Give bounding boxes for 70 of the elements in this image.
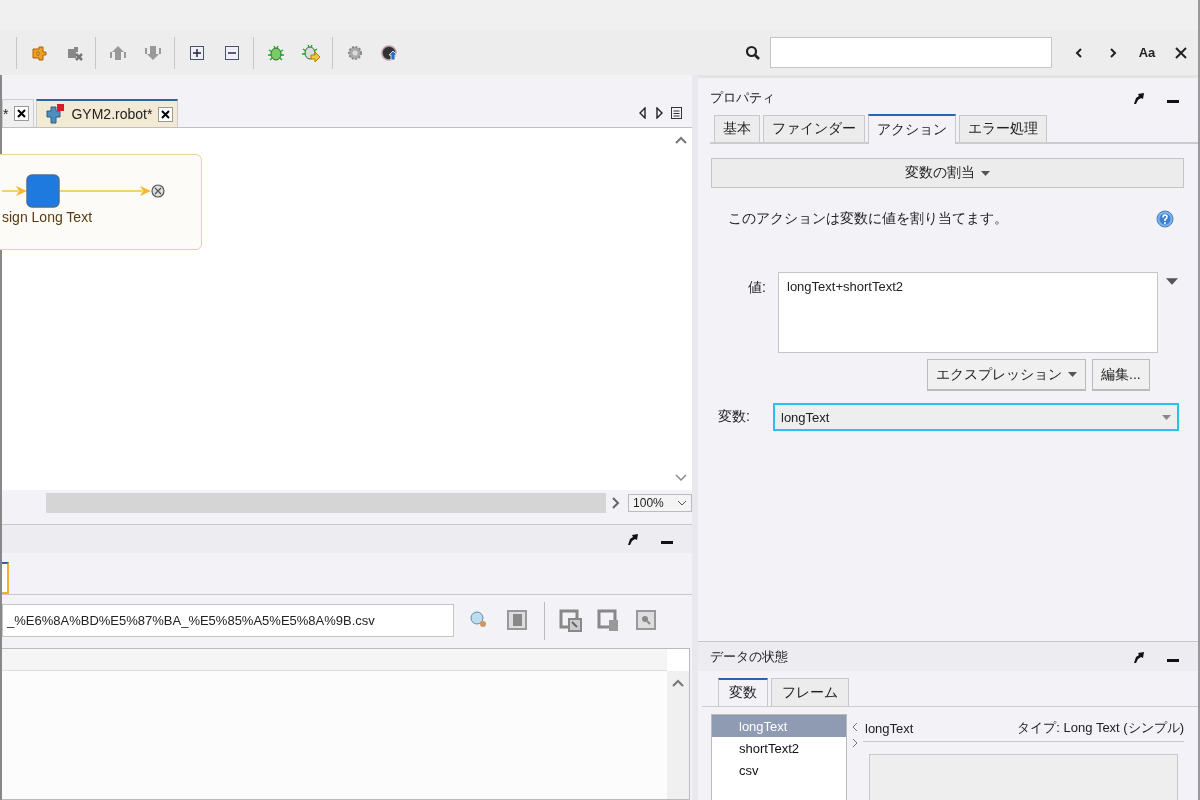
description-text: このアクションは変数に値を割り当てます。 xyxy=(728,210,1008,228)
collapse-icon[interactable] xyxy=(222,43,241,62)
panel-tab[interactable] xyxy=(2,562,9,594)
tab[interactable]: アクション xyxy=(868,114,956,144)
window-out-icon[interactable] xyxy=(559,608,583,633)
file-path-field[interactable]: _%E6%8A%BD%E5%87%BA_%E5%85%A5%E5%8A%9B.csv xyxy=(2,604,454,637)
close-icon[interactable] xyxy=(158,106,174,122)
tab-scroll-right-icon[interactable] xyxy=(655,107,663,119)
variable-combo-box[interactable]: longText xyxy=(773,403,1179,431)
dropdown-caret-icon[interactable] xyxy=(1166,278,1178,285)
help-icon[interactable] xyxy=(1156,210,1174,228)
pin-icon[interactable] xyxy=(626,532,640,546)
field-label: 変数: xyxy=(717,408,751,426)
variable-item[interactable]: csv xyxy=(712,759,846,781)
tab-list-icon[interactable] xyxy=(671,107,682,119)
tab-scroll-left-icon[interactable] xyxy=(639,107,647,119)
chevron-down-icon xyxy=(677,499,687,506)
caret-icon xyxy=(1162,414,1171,420)
tab-label: * xyxy=(3,105,9,122)
editor-tab[interactable]: * xyxy=(2,99,35,127)
panel-title: データの状態 xyxy=(710,647,788,666)
search-icon xyxy=(745,44,761,61)
scrollbar-thumb[interactable] xyxy=(46,492,607,513)
scroll-right-icon[interactable] xyxy=(612,496,621,509)
scroll-up-icon[interactable] xyxy=(675,136,687,144)
expand-right-icon[interactable] xyxy=(852,738,858,748)
search-field[interactable] xyxy=(770,37,1052,68)
expression-button[interactable]: エクスプレッション xyxy=(927,359,1086,391)
caret-icon xyxy=(981,170,990,176)
close-icon xyxy=(1175,46,1187,59)
scroll-up-icon[interactable] xyxy=(672,679,684,687)
match-case-button[interactable]: Aa xyxy=(1130,37,1164,68)
bug-arrow-icon[interactable] xyxy=(301,43,320,62)
panel-title: プロパティ xyxy=(710,89,775,107)
tab-label: GYM2.robot* xyxy=(71,106,153,122)
expand-icon[interactable] xyxy=(187,43,206,62)
collapse-left-icon[interactable] xyxy=(852,722,858,732)
zoom-select[interactable]: 100% xyxy=(628,493,692,512)
step-node[interactable] xyxy=(26,174,60,208)
tab[interactable]: エラー処理 xyxy=(959,115,1047,142)
globe-upload-icon[interactable] xyxy=(380,43,399,62)
variable-item[interactable]: shortText2 xyxy=(712,737,846,759)
bug-icon[interactable] xyxy=(266,43,285,62)
variable-name: longText xyxy=(865,720,914,736)
document-icon[interactable] xyxy=(506,608,530,633)
tab[interactable]: フレーム xyxy=(771,678,849,706)
close-icon[interactable] xyxy=(14,106,30,121)
variable-type: タイプ: Long Text (シンプル) xyxy=(1017,719,1184,737)
tab[interactable]: ファインダー xyxy=(763,115,865,142)
tab[interactable]: 基本 xyxy=(714,115,760,142)
robot-file-icon xyxy=(45,104,66,124)
editor-tab[interactable]: GYM2.robot* xyxy=(36,99,179,127)
field-label: 値: xyxy=(747,278,767,297)
value-text-area[interactable]: longText+shortText2 xyxy=(778,272,1158,353)
step-label: sign Long Text xyxy=(2,209,93,225)
gear-icon[interactable] xyxy=(345,43,364,62)
caret-icon xyxy=(1068,372,1077,377)
connector-icon[interactable] xyxy=(29,43,48,62)
window-delete-icon[interactable] xyxy=(597,608,621,633)
action-dropdown-button[interactable]: 変数の割当 xyxy=(711,158,1184,188)
edit-button[interactable]: 編集... xyxy=(1092,359,1150,391)
scroll-down-icon[interactable] xyxy=(675,474,687,482)
chevron-right-icon xyxy=(1109,47,1117,58)
pin-icon[interactable] xyxy=(1132,649,1146,664)
tab[interactable]: 変数 xyxy=(718,678,768,706)
pin-icon[interactable] xyxy=(1132,91,1146,105)
flow-arrow xyxy=(2,185,28,197)
window-search-icon[interactable] xyxy=(635,608,659,633)
chevron-left-icon xyxy=(1075,47,1083,58)
end-node-icon[interactable] xyxy=(151,184,165,198)
